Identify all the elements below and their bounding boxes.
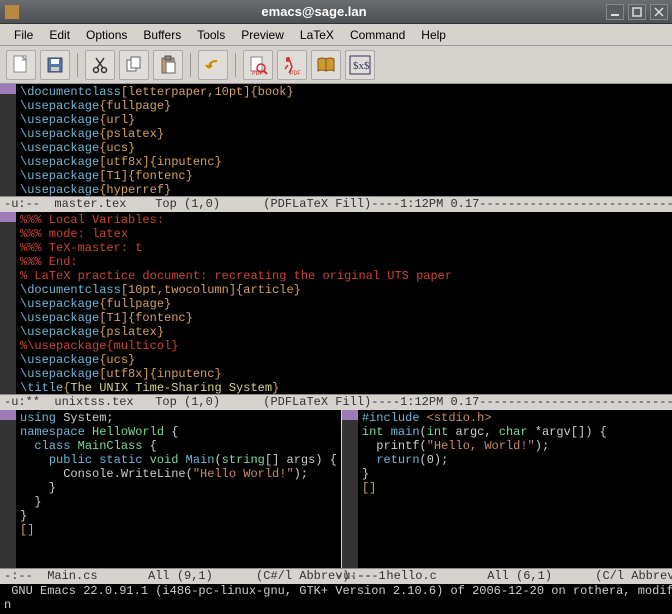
- menu-preview[interactable]: Preview: [233, 26, 292, 44]
- code-unixtss[interactable]: %%% Local Variables:%%% mode: latex%%% T…: [16, 212, 672, 396]
- menu-help[interactable]: Help: [413, 26, 454, 44]
- minimize-button[interactable]: [606, 4, 624, 20]
- svg-text:PDF: PDF: [252, 70, 263, 75]
- fringe: [0, 410, 16, 568]
- minibuffer[interactable]: GNU Emacs 22.0.91.1 (i486-pc-linux-gnu, …: [0, 584, 672, 612]
- modeline-hello-c[interactable]: -u:-- hello.c All (6,1) (C/l Abbrev)----…: [336, 569, 668, 584]
- fringe: [342, 410, 358, 568]
- code-hello-c[interactable]: #include <stdio.h>int main(int argc, cha…: [358, 410, 672, 496]
- menu-buffers[interactable]: Buffers: [135, 26, 189, 44]
- new-file-button[interactable]: [6, 50, 36, 80]
- menu-latex[interactable]: LaTeX: [292, 26, 342, 44]
- buffer-main-cs[interactable]: using System;namespace HelloWorld { clas…: [0, 410, 342, 568]
- modeline-unixtss[interactable]: -u:** unixtss.tex Top (1,0) (PDFLaTeX Fi…: [0, 394, 672, 410]
- buffer-master[interactable]: \documentclass[letterpaper,10pt]{book}\u…: [0, 84, 672, 196]
- app-icon: [4, 4, 20, 20]
- window-title: emacs@sage.lan: [26, 4, 602, 19]
- undo-button[interactable]: [198, 50, 228, 80]
- close-button[interactable]: [650, 4, 668, 20]
- svg-text:$x$: $x$: [353, 60, 370, 72]
- menu-command[interactable]: Command: [342, 26, 413, 44]
- fringe: [0, 212, 16, 394]
- menu-edit[interactable]: Edit: [41, 26, 78, 44]
- fringe: [0, 84, 16, 196]
- pdf-run-button[interactable]: PDF: [277, 50, 307, 80]
- separator: [235, 53, 236, 77]
- menubar: FileEditOptionsBuffersToolsPreviewLaTeXC…: [0, 24, 672, 46]
- menu-tools[interactable]: Tools: [189, 26, 233, 44]
- save-button[interactable]: [40, 50, 70, 80]
- modeline-bottom[interactable]: -:-- Main.cs All (9,1) (C#/l Abbrev)----…: [0, 568, 672, 584]
- toolbar: PDF PDF $x$: [0, 46, 672, 84]
- buffer-hello-c[interactable]: #include <stdio.h>int main(int argc, cha…: [342, 410, 672, 568]
- tex-symbol-button[interactable]: $x$: [345, 50, 375, 80]
- separator: [77, 53, 78, 77]
- pdf-view-button[interactable]: PDF: [243, 50, 273, 80]
- maximize-button[interactable]: [628, 4, 646, 20]
- separator: [190, 53, 191, 77]
- copy-button[interactable]: [119, 50, 149, 80]
- paste-button[interactable]: [153, 50, 183, 80]
- code-main-cs[interactable]: using System;namespace HelloWorld { clas…: [16, 410, 341, 538]
- code-master[interactable]: \documentclass[letterpaper,10pt]{book}\u…: [16, 84, 672, 198]
- book-button[interactable]: [311, 50, 341, 80]
- buffer-unixtss[interactable]: %%% Local Variables:%%% mode: latex%%% T…: [0, 212, 672, 394]
- menu-file[interactable]: File: [6, 26, 41, 44]
- titlebar: emacs@sage.lan: [0, 0, 672, 24]
- editor-area: \documentclass[letterpaper,10pt]{book}\u…: [0, 84, 672, 612]
- menu-options[interactable]: Options: [78, 26, 135, 44]
- svg-text:PDF: PDF: [290, 70, 301, 75]
- modeline-main-cs[interactable]: -:-- Main.cs All (9,1) (C#/l Abbrev)----…: [4, 569, 336, 584]
- cut-button[interactable]: [85, 50, 115, 80]
- modeline-master[interactable]: -u:-- master.tex Top (1,0) (PDFLaTeX Fil…: [0, 196, 672, 212]
